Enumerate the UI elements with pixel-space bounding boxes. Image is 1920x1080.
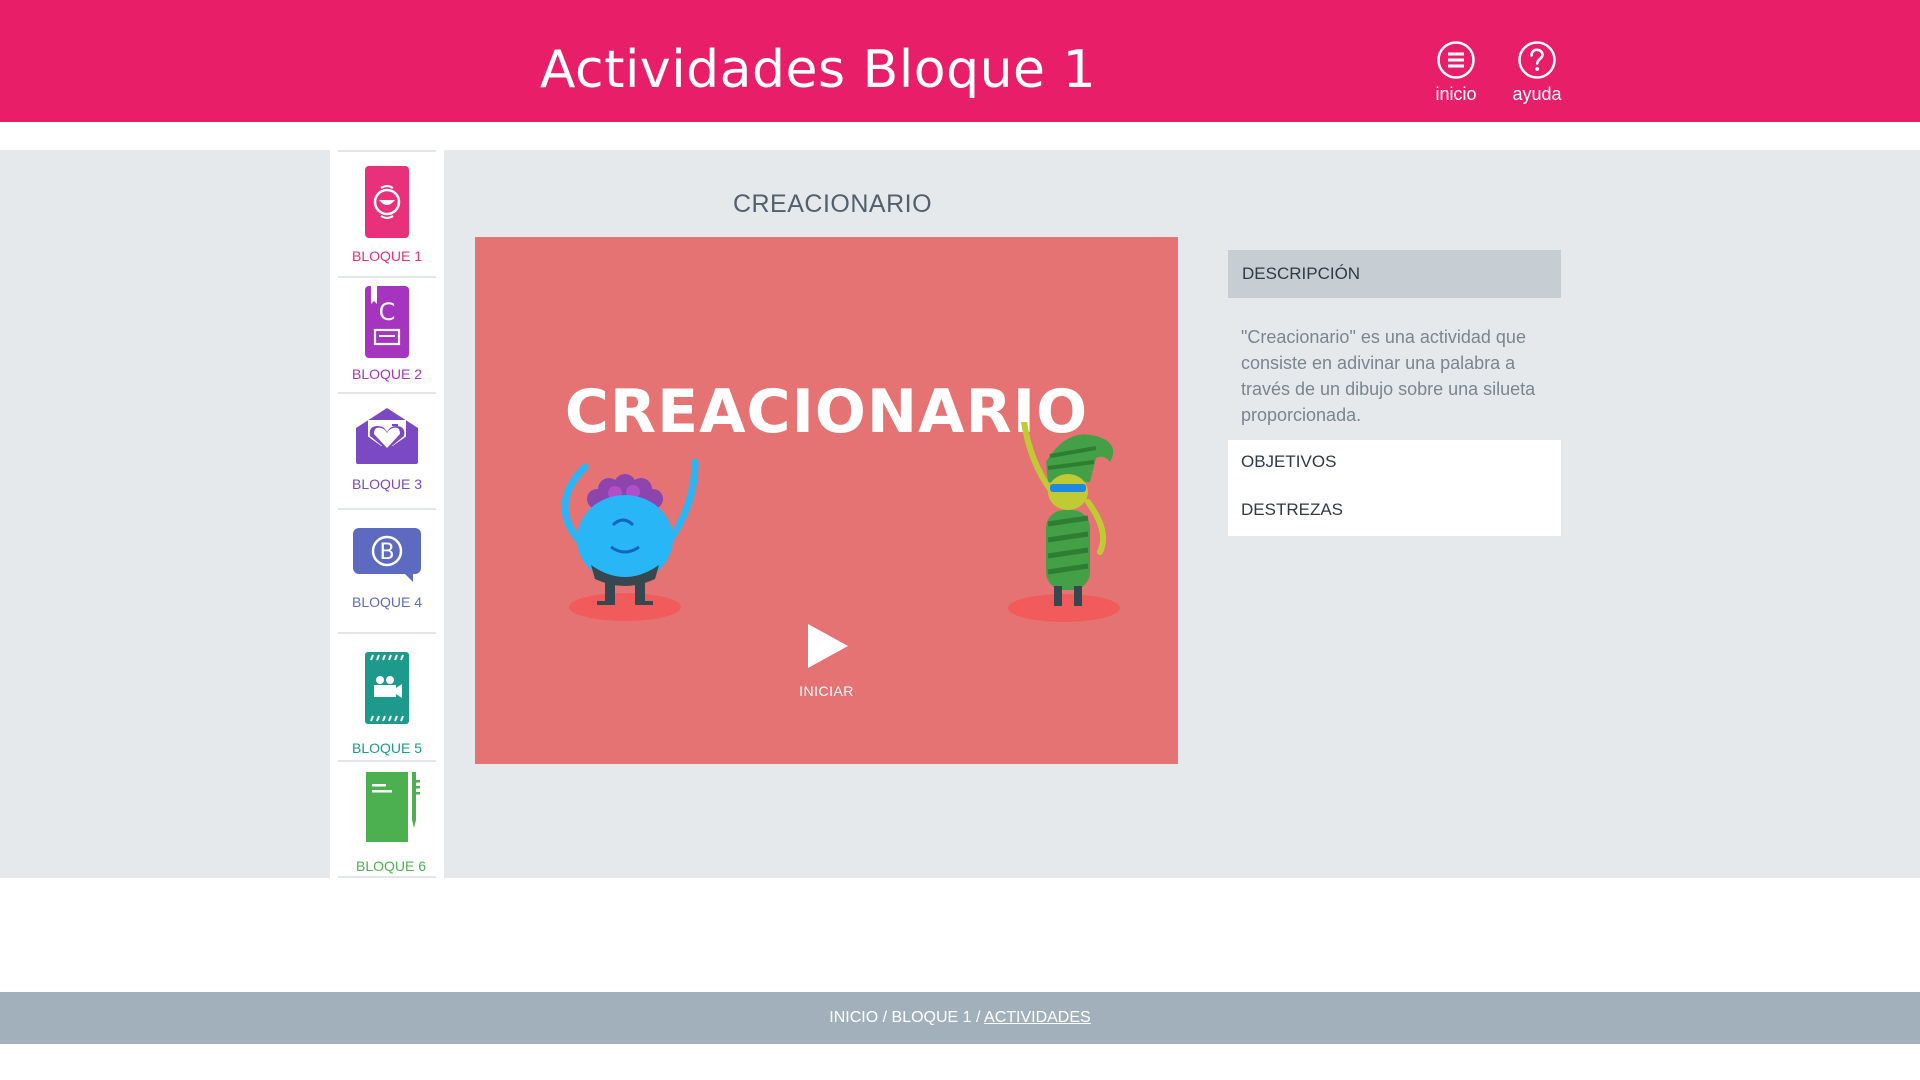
start-activity-button[interactable]: INICIAR [475,683,1178,699]
sidebar-divider [338,392,436,394]
notebook-with-pen-icon [366,772,420,842]
card-with-face-icon [365,166,409,238]
sidebar-item-label: BLOQUE 2 [351,366,423,382]
blue-monster-illustration [561,458,699,621]
play-icon[interactable] [806,622,850,670]
inicio-label: inicio [1435,84,1477,104]
sidebar-divider [338,632,436,634]
objetivos-accordion-item[interactable]: OBJETIVOS [1228,440,1561,488]
sidebar-item-bloque-1[interactable]: BLOQUE 1 [330,164,444,274]
sidebar-divider [338,760,436,762]
description-accordion-header[interactable]: DESCRIPCIÓN [1228,250,1561,298]
sidebar-divider [338,276,436,278]
envelope-with-heart-icon [356,408,418,464]
inicio-button[interactable]: inicio [1416,40,1496,105]
green-striped-character-illustration [1008,422,1120,622]
accordion-list: OBJETIVOS DESTREZAS [1228,440,1561,536]
ayuda-button[interactable]: ayuda [1497,40,1577,105]
sidebar-item-bloque-2[interactable]: C BLOQUE 2 [330,284,444,394]
sidebar-item-label: BLOQUE 4 [351,594,423,610]
breadcrumb-separator: / [971,1009,985,1026]
breadcrumb-current-actividades[interactable]: ACTIVIDADES [984,1009,1091,1026]
speech-bubble-b-icon: B [353,528,421,582]
sidebar-item-bloque-3[interactable]: BLOQUE 3 [330,406,444,506]
sidebar-item-label: BLOQUE 3 [351,476,423,492]
menu-circle-icon [1437,41,1475,79]
film-camera-icon [365,652,409,724]
svg-text:C: C [379,298,396,326]
sidebar-item-label: BLOQUE 6 [355,858,427,874]
destrezas-accordion-item[interactable]: DESTREZAS [1228,488,1561,536]
sidebar-divider [338,876,436,878]
sidebar-item-bloque-5[interactable]: BLOQUE 5 [330,650,444,762]
sidebar-item-label: BLOQUE 5 [351,740,423,756]
help-circle-icon [1518,41,1556,79]
breadcrumb-bloque-1[interactable]: BLOQUE 1 [892,1009,972,1026]
page-title: Actividades Bloque 1 [539,40,1097,100]
breadcrumb: INICIO / BLOQUE 1 / ACTIVIDADES [0,992,1920,1044]
sidebar-item-bloque-4[interactable]: B BLOQUE 4 [330,526,444,626]
book-with-letter-c-icon: C [365,286,409,358]
top-header: Actividades Bloque 1 inicio ayuda [0,0,1920,122]
breadcrumb-inicio[interactable]: INICIO [829,1009,878,1026]
sidebar-item-label: BLOQUE 1 [351,248,423,264]
activity-info-panel: DESCRIPCIÓN "Creacionario" es una activi… [1228,250,1561,536]
svg-text:B: B [379,540,394,565]
description-text: "Creacionario" es una actividad que cons… [1241,327,1536,425]
sidebar-divider [338,150,436,152]
bloque-sidebar: BLOQUE 1 C BLOQUE 2 BLOQUE 3 B BLOQUE 4 … [330,150,444,878]
activity-preview[interactable]: CREACIONARIO INICIAR [475,237,1178,764]
breadcrumb-separator: / [878,1009,892,1026]
sidebar-item-bloque-6[interactable]: BLOQUE 6 [330,770,444,874]
activity-title: CREACIONARIO [732,190,933,218]
ayuda-label: ayuda [1512,84,1562,104]
sidebar-divider [338,508,436,510]
